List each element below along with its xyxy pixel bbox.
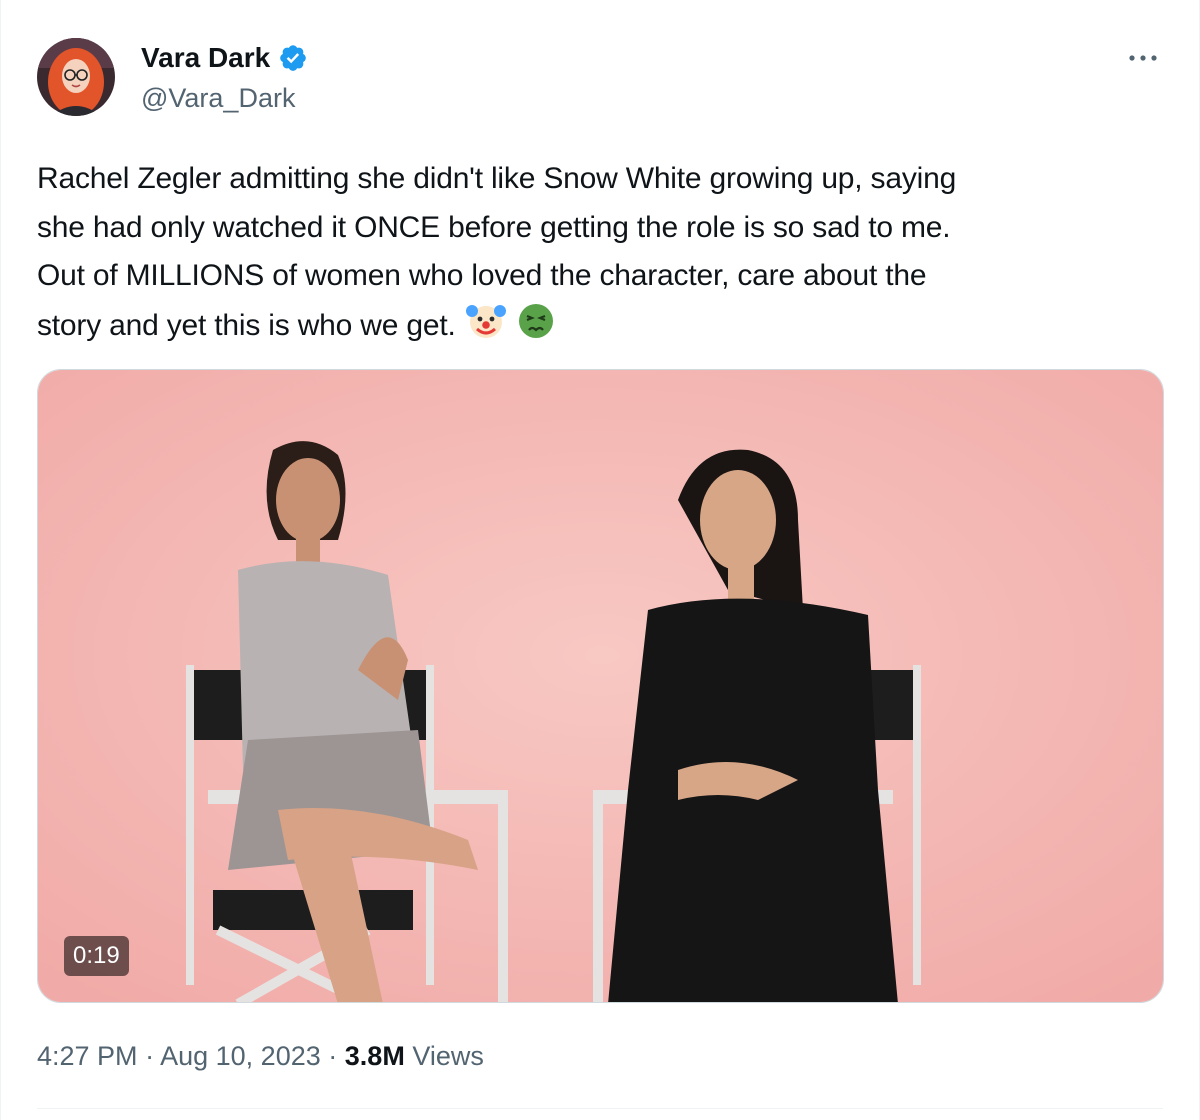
author-display-name: Vara Dark xyxy=(141,42,271,73)
meta-separator: · xyxy=(328,1041,338,1071)
author-handle[interactable]: @Vara_Dark xyxy=(141,80,295,116)
tweet-text-line-last: story and yet this is who we get. xyxy=(37,301,1147,357)
meta-separator: · xyxy=(145,1041,155,1071)
tweet-text-line: she had only watched it ONCE before gett… xyxy=(37,210,951,244)
tweet-card: Vara Dark @Vara_Dark Rachel Zegler admit… xyxy=(0,0,1200,1120)
video-duration-badge: 0:19 xyxy=(64,936,129,976)
nauseated-face-emoji xyxy=(516,301,556,357)
more-options-button[interactable] xyxy=(1123,40,1163,76)
divider xyxy=(37,1108,1163,1109)
clown-face-emoji xyxy=(465,301,506,357)
tweet-date[interactable]: Aug 10, 2023 xyxy=(160,1041,321,1071)
views-count: 3.8M xyxy=(344,1041,405,1071)
author-name-link[interactable]: Vara Dark xyxy=(141,40,308,76)
views-label: Views xyxy=(412,1041,484,1071)
tweet-time[interactable]: 4:27 PM xyxy=(37,1041,138,1071)
video-player[interactable]: 0:19 xyxy=(37,369,1164,1003)
more-dots-icon xyxy=(1128,49,1158,67)
verified-badge-icon xyxy=(278,43,308,73)
tweet-text: Rachel Zegler admitting she didn't like … xyxy=(37,155,1147,356)
video-thumbnail xyxy=(38,370,1163,1002)
tweet-text-line: Out of MILLIONS of women who loved the c… xyxy=(37,259,927,292)
tweet-meta: 4:27 PM · Aug 10, 2023 · 3.8M Views xyxy=(37,1036,484,1076)
tweet-text-line: story and yet this is who we get. xyxy=(37,308,456,342)
views-link[interactable]: 3.8M Views xyxy=(345,1041,484,1071)
tweet-text-line: Rachel Zegler admitting she didn't like … xyxy=(37,162,957,195)
avatar[interactable] xyxy=(37,38,115,116)
